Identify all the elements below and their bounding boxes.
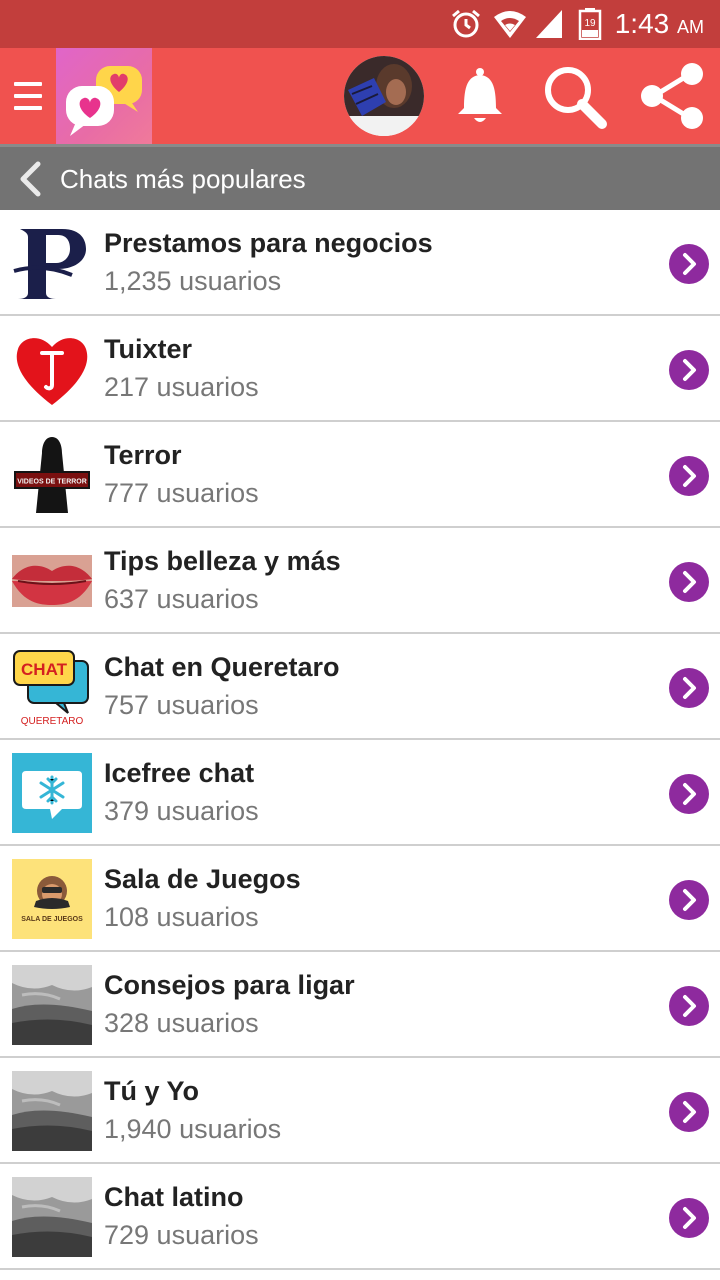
- chat-thumb-text: CHAT: [21, 660, 68, 679]
- chevron-right-icon[interactable]: [669, 880, 709, 920]
- chat-row[interactable]: CHAT QUERETARO Chat en Queretaro 757 usu…: [0, 634, 720, 740]
- gamepad-icon: SALA DE JUEGOS: [12, 859, 92, 939]
- avatar[interactable]: [344, 56, 424, 136]
- chat-user-count: 637 usuarios: [104, 584, 259, 614]
- chat-user-count: 1,235 usuarios: [104, 266, 282, 296]
- chat-name: Tú y Yo: [104, 1076, 200, 1106]
- chevron-right-icon[interactable]: [669, 774, 709, 814]
- queretaro-thumb-text: QUERETARO: [21, 716, 84, 727]
- terror-thumb-text: VIDEOS DE TERROR: [17, 479, 87, 486]
- chat-row[interactable]: Prestamos para negocios 1,235 usuarios: [0, 210, 720, 316]
- chat-name: Chat en Queretaro: [104, 652, 340, 682]
- chat-name: Prestamos para negocios: [104, 228, 433, 258]
- back-header[interactable]: Chats más populares: [0, 144, 720, 210]
- heart-icon: [12, 329, 92, 409]
- chat-user-count: 217 usuarios: [104, 372, 259, 402]
- chat-user-count: 108 usuarios: [104, 902, 259, 932]
- chat-bubble-icon: CHAT QUERETARO: [12, 647, 92, 727]
- chat-user-count: 379 usuarios: [104, 796, 259, 826]
- chat-row[interactable]: Tips belleza y más 637 usuarios: [0, 528, 720, 634]
- clouds-image: [12, 965, 92, 1045]
- toolbar: [0, 48, 720, 144]
- search-icon[interactable]: [538, 60, 610, 132]
- lips-icon: [12, 541, 92, 621]
- chat-name: Tuixter: [104, 334, 193, 364]
- chevron-right-icon[interactable]: [669, 668, 709, 708]
- chat-name: Consejos para ligar: [104, 970, 355, 1000]
- chat-row[interactable]: Tuixter 217 usuarios: [0, 316, 720, 422]
- status-bar: 19 1:43 AM: [0, 0, 720, 48]
- chevron-right-icon[interactable]: [669, 350, 709, 390]
- chevron-right-icon[interactable]: [669, 456, 709, 496]
- games-thumb-text: SALA DE JUEGOS: [21, 916, 83, 923]
- chat-name: Sala de Juegos: [104, 864, 301, 894]
- chevron-left-icon[interactable]: [16, 161, 44, 197]
- chevron-right-icon[interactable]: [669, 986, 709, 1026]
- chat-thumbnail-terror: VIDEOS DE TERROR: [12, 435, 92, 515]
- battery-icon: 19: [578, 8, 602, 45]
- wifi-icon: [492, 8, 528, 45]
- chevron-right-icon[interactable]: [669, 562, 709, 602]
- chat-user-count: 1,940 usuarios: [104, 1114, 282, 1144]
- clouds-image: [12, 1071, 92, 1151]
- menu-icon[interactable]: [14, 76, 42, 116]
- time-text: 1:43: [614, 8, 670, 39]
- chat-user-count: 757 usuarios: [104, 690, 259, 720]
- chat-row[interactable]: Tú y Yo 1,940 usuarios: [0, 1058, 720, 1164]
- chat-name: Icefree chat: [104, 758, 255, 788]
- share-icon[interactable]: [636, 60, 708, 132]
- app-logo[interactable]: [56, 48, 152, 144]
- chat-row[interactable]: SALA DE JUEGOS Sala de Juegos 108 usuari…: [0, 846, 720, 952]
- chevron-right-icon[interactable]: [669, 1198, 709, 1238]
- chat-row[interactable]: Chat latino 729 usuarios: [0, 1164, 720, 1270]
- time-ampm: AM: [677, 17, 704, 37]
- snowflake-icon: [12, 753, 92, 833]
- chat-user-count: 777 usuarios: [104, 478, 259, 508]
- chat-name: Tips belleza y más: [104, 546, 341, 576]
- page-title: Chats más populares: [60, 164, 306, 194]
- signal-icon: [534, 8, 564, 45]
- status-time: 1:43 AM: [615, 8, 704, 40]
- chat-thumbnail-p: [12, 223, 92, 303]
- chat-name: Terror: [104, 440, 182, 470]
- chat-row[interactable]: VIDEOS DE TERROR Terror 777 usuarios: [0, 422, 720, 528]
- chat-row[interactable]: Icefree chat 379 usuarios: [0, 740, 720, 846]
- chat-list: Prestamos para negocios 1,235 usuarios T…: [0, 210, 720, 1270]
- chat-row[interactable]: Consejos para ligar 328 usuarios: [0, 952, 720, 1058]
- alarm-icon: [450, 8, 482, 45]
- chevron-right-icon[interactable]: [669, 244, 709, 284]
- chat-user-count: 328 usuarios: [104, 1008, 259, 1038]
- chevron-right-icon[interactable]: [669, 1092, 709, 1132]
- bell-icon[interactable]: [444, 60, 516, 132]
- clouds-image: [12, 1177, 92, 1257]
- chat-name: Chat latino: [104, 1182, 244, 1212]
- battery-level: 19: [584, 18, 596, 29]
- chat-user-count: 729 usuarios: [104, 1220, 259, 1250]
